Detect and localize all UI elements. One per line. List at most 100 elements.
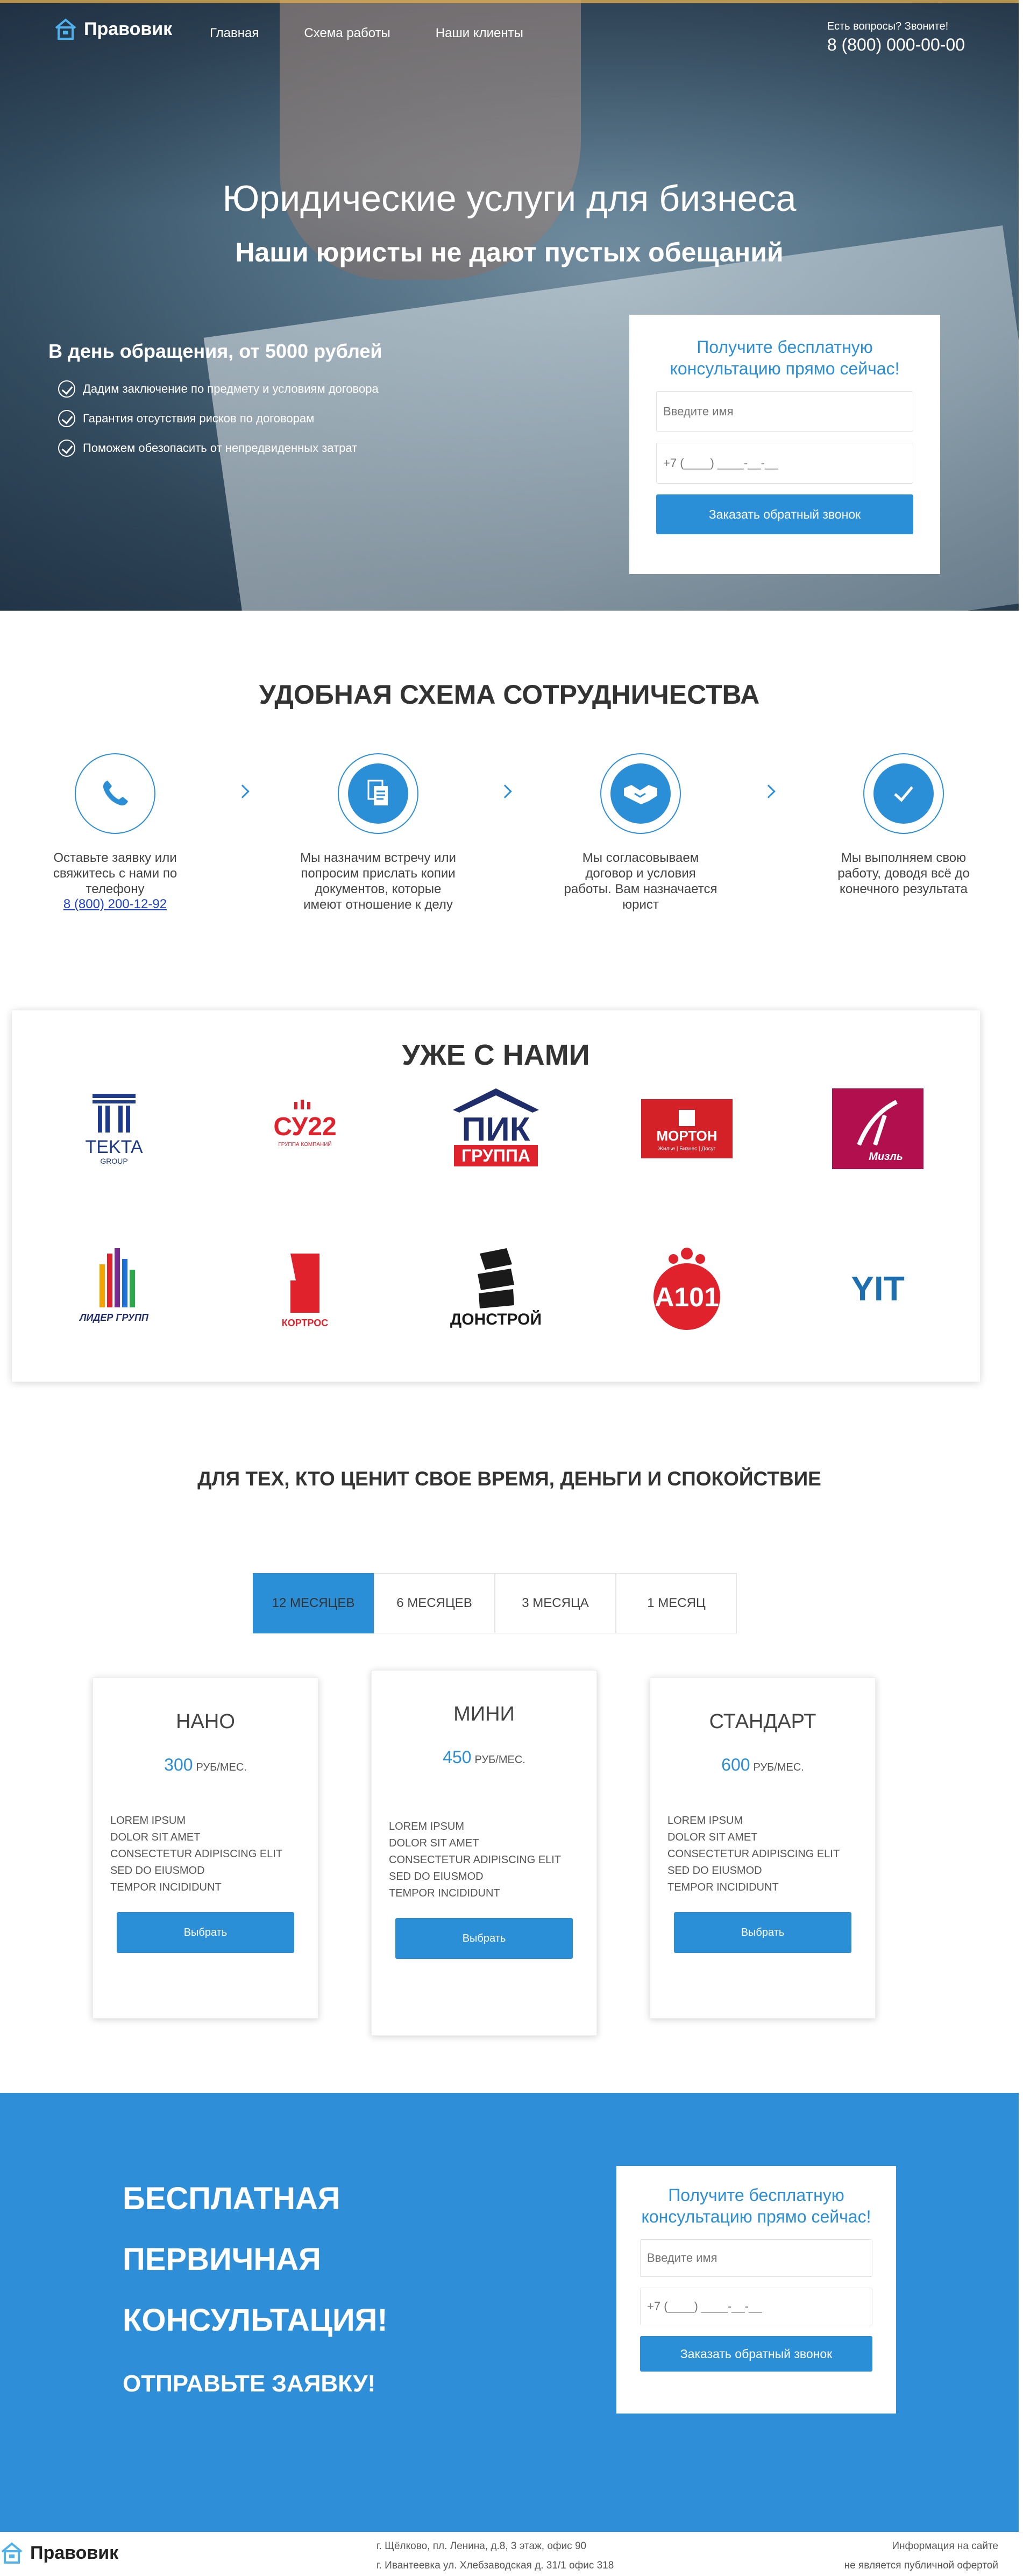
step-phone-link[interactable]: 8 (800) 200-12-92 [63, 897, 167, 911]
plan-card-standard: СТАНДАРТ 600 РУБ/МЕС. LOREM IPSUM DOLOR S… [650, 1678, 876, 2019]
svg-text:YIT: YIT [851, 1269, 905, 1308]
name-input[interactable] [656, 391, 913, 432]
step-icon-frame [338, 753, 418, 834]
chevron-right-icon [236, 784, 250, 798]
svg-text:ДОНСТРОЙ: ДОНСТРОЙ [450, 1310, 542, 1328]
check-circle-icon [58, 409, 75, 427]
plan-select-button[interactable]: Выбрать [117, 1912, 294, 1953]
scheme-step-1: Оставьте заявку или свяжитесь с нами по … [34, 753, 196, 912]
documents-icon [367, 780, 388, 805]
chevron-right-icon [498, 784, 512, 798]
plan-name: СТАНДАРТ [709, 1710, 816, 1733]
footer-addresses: г. Щёлково, пл. Ленина, д.8, 3 этаж, офи… [376, 2537, 614, 2575]
plan-features: LOREM IPSUM DOLOR SIT AMET CONSECTETUR A… [667, 1815, 840, 1893]
svg-text:GROUP: GROUP [100, 1157, 127, 1165]
client-logo-mizl: Мизль [813, 1083, 942, 1174]
svg-text:КОРТРОС: КОРТРОС [282, 1318, 329, 1328]
nav-home-link[interactable]: Главная [210, 26, 259, 41]
chevron-right-icon [762, 784, 776, 798]
step-icon-frame [75, 753, 155, 834]
plan-name: НАНО [176, 1710, 235, 1733]
client-logo-tekta: TEKTA GROUP [49, 1083, 179, 1174]
svg-text:ЛИДЕР ГРУПП: ЛИДЕР ГРУПП [79, 1312, 149, 1323]
contact-phone[interactable]: 8 (800) 000-00-00 [827, 35, 965, 55]
client-logo-pik: ПИК ГРУППА [431, 1083, 560, 1174]
hero-bullet: Гарантия отсутствия рисков по договорам [58, 404, 379, 433]
plan-features: LOREM IPSUM DOLOR SIT AMET CONSECTETUR A… [389, 1821, 562, 1899]
hero-price-line: В день обращения, от 5000 рублей [48, 340, 382, 362]
scheme-step-2: Мы назначим встречу или попросим прислат… [297, 753, 459, 912]
svg-text:ГРУППА КОМПАНИЙ: ГРУППА КОМПАНИЙ [278, 1141, 331, 1148]
step-text: Мы назначим встречу или попросим прислат… [300, 851, 456, 912]
callback-button[interactable]: Заказать обратный звонок [656, 494, 913, 534]
step-icon-frame [600, 753, 681, 834]
step-text: Мы согласовываем договор и условия работ… [564, 851, 717, 912]
footer-address: г. Ивантеевка ул. Хлебзаводская д. 31/1 … [376, 2560, 614, 2571]
form-title: Получите бесплатную консультацию прямо с… [641, 2185, 871, 2226]
phone-icon [103, 781, 128, 806]
tab-6-months[interactable]: 6 МЕСЯЦЕВ [374, 1573, 495, 1633]
logo-text: Правовик [84, 18, 173, 39]
nav-scheme-link[interactable]: Схема работы [304, 26, 390, 41]
form-title: Получите бесплатную консультацию прямо с… [670, 337, 900, 378]
cta-headline: БЕСПЛАТНАЯ ПЕРВИЧНАЯ КОНСУЛЬТАЦИЯ! [123, 2181, 388, 2338]
plan-card-mini: МИНИ 450 РУБ/МЕС. LOREM IPSUM DOLOR SIT A… [371, 1670, 597, 2036]
nav-clients-link[interactable]: Наши клиенты [436, 26, 523, 41]
svg-text:ПИК: ПИК [462, 1111, 530, 1148]
name-input[interactable] [640, 2239, 872, 2277]
svg-text:TEKTA: TEKTA [85, 1137, 143, 1157]
callback-button[interactable]: Заказать обратный звонок [640, 2336, 872, 2372]
hero-bullets: Дадим заключение по предмету и условиям … [58, 374, 379, 463]
plan-price: 600 РУБ/МЕС. [721, 1755, 804, 1774]
clients-card: УЖЕ С НАМИ TEKTA GROUP СУ22 ГРУППА КОМПА… [12, 1010, 980, 1382]
client-logo-donstroy: ДОНСТРОЙ [431, 1243, 560, 1334]
plan-card-nano: НАНО 300 РУБ/МЕС. LOREM IPSUM DOLOR SIT A… [93, 1678, 318, 2019]
svg-text:Мизль: Мизль [869, 1151, 903, 1163]
hero-subtitle: Наши юристы не дают пустых обещаний [235, 237, 784, 267]
client-logo-su22: СУ22 ГРУППА КОМПАНИЙ [240, 1083, 370, 1174]
scheme-title: УДОБНАЯ СХЕМА СОТРУДНИЧЕСТВА [259, 680, 760, 710]
logo-text: Правовик [30, 2542, 119, 2563]
house-icon [1, 2542, 23, 2564]
scheme-step-3: Мы согласовываем договор и условия работ… [560, 753, 721, 912]
svg-text:МОРТОН: МОРТОН [656, 1128, 717, 1144]
tab-12-months[interactable]: 12 МЕСЯЦЕВ [253, 1573, 374, 1633]
svg-text:А101: А101 [655, 1282, 719, 1312]
hero-bullet: Поможем обезопасить от непредвиденных за… [58, 433, 379, 463]
client-logo-lider: ЛИДЕР ГРУПП [49, 1243, 179, 1334]
house-icon [55, 18, 76, 40]
tab-3-months[interactable]: 3 МЕСЯЦА [495, 1573, 616, 1633]
client-logo-kortros: КОРТРОС [240, 1243, 370, 1334]
cta-callback-form: Получите бесплатную консультацию прямо с… [616, 2166, 896, 2414]
hero-title: Юридические услуги для бизнеса [222, 178, 797, 219]
svg-text:ГРУППА: ГРУППА [461, 1146, 530, 1165]
contact-question: Есть вопросы? Звоните! [827, 20, 949, 32]
step-text: Оставьте заявку или свяжитесь с нами по … [53, 851, 177, 896]
phone-input[interactable] [640, 2288, 872, 2325]
step-icon-frame [863, 753, 944, 834]
plan-select-button[interactable]: Выбрать [674, 1912, 851, 1953]
cta-section: БЕСПЛАТНАЯ ПЕРВИЧНАЯ КОНСУЛЬТАЦИЯ! ОТПРА… [0, 2093, 1019, 2532]
plan-price: 300 РУБ/МЕС. [164, 1755, 247, 1774]
header-contact: Есть вопросы? Звоните! 8 (800) 000-00-00 [827, 20, 965, 55]
check-circle-icon [58, 439, 75, 457]
tab-1-month[interactable]: 1 МЕСЯЦ [616, 1573, 737, 1633]
main-nav: Главная Схема работы Наши клиенты [210, 26, 523, 41]
header-logo[interactable]: Правовик [54, 17, 172, 41]
svg-text:Жилье | Бизнес | Досуг: Жилье | Бизнес | Досуг [658, 1146, 716, 1152]
handshake-icon [624, 785, 657, 804]
check-circle-icon [58, 380, 75, 398]
client-logo-yit: YIT [813, 1243, 942, 1334]
plan-features: LOREM IPSUM DOLOR SIT AMET CONSECTETUR A… [110, 1815, 283, 1893]
cta-send-request: ОТПРАВЬТЕ ЗАЯВКУ! [123, 2370, 376, 2397]
hero-top-stripe [0, 0, 1019, 3]
svg-text:СУ22: СУ22 [273, 1113, 336, 1141]
footer-logo[interactable]: Правовик [0, 2541, 118, 2565]
check-icon [894, 786, 913, 802]
scheme-step-4: Мы выполняем свою работу, доводя всё до … [823, 753, 984, 897]
hero-section: Правовик Главная Схема работы Наши клиен… [0, 0, 1019, 611]
pricing-title: ДЛЯ ТЕХ, КТО ЦЕНИТ СВОЕ ВРЕМЯ, ДЕНЬГИ И … [197, 1468, 821, 1490]
hero-callback-form: Получите бесплатную консультацию прямо с… [629, 315, 940, 574]
plan-select-button[interactable]: Выбрать [395, 1918, 573, 1959]
phone-input[interactable] [656, 443, 913, 484]
